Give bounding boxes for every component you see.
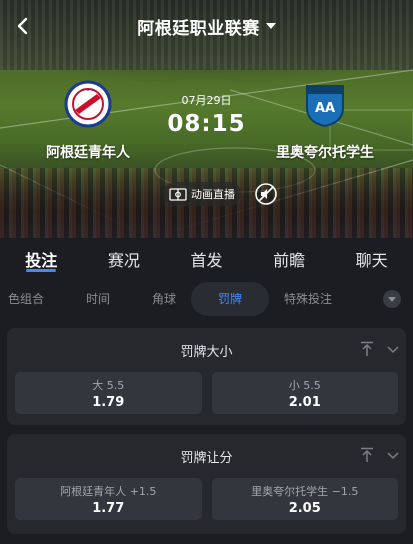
market-title: 罚牌大小	[180, 344, 233, 360]
subtab-combo[interactable]: 色组合	[8, 282, 44, 316]
mute-icon	[255, 183, 277, 205]
odds-value: 1.79	[92, 395, 125, 410]
subtab-time[interactable]: 时间	[86, 282, 110, 316]
odds-value: 2.05	[288, 501, 321, 516]
chevron-down-icon[interactable]	[387, 449, 399, 461]
odds-label: 阿根廷青年人 +1.5	[60, 485, 157, 498]
match-date: 07月29日	[181, 94, 232, 107]
back-arrow-icon	[17, 17, 28, 35]
market-title: 罚牌让分	[180, 450, 233, 466]
subtab-corners[interactable]: 角球	[152, 282, 176, 316]
odds-label: 大 5.5	[92, 379, 125, 392]
odds-row: 大 5.5 1.79 小 5.5 2.01	[7, 372, 406, 422]
league-title: 阿根廷职业联赛	[137, 18, 260, 39]
market-card-cards-over-under: 罚牌大小 大 5.5 1.79 小 5.5 2.01	[7, 328, 406, 425]
market-card-cards-handicap: 罚牌让分 阿根廷青年人 +1.5 1.77 里奥夸尔托学生 −1.5 2.05	[7, 434, 406, 534]
animation-live-button[interactable]: 动画直播	[163, 182, 241, 206]
subtab-special[interactable]: 特殊投注	[284, 282, 332, 316]
odds-label: 小 5.5	[288, 379, 321, 392]
market-header: 罚牌让分	[7, 434, 406, 478]
chevron-down-icon	[388, 296, 396, 302]
chevron-down-icon[interactable]	[387, 343, 399, 355]
pin-top-icon[interactable]	[360, 447, 374, 463]
tab-live-status[interactable]: 赛况	[83, 238, 166, 278]
odds-button-over[interactable]: 大 5.5 1.79	[15, 372, 202, 414]
live-label: 动画直播	[191, 188, 235, 201]
tab-bet[interactable]: 投注	[0, 238, 83, 278]
league-selector[interactable]: 阿根廷职业联赛	[137, 14, 276, 39]
odds-row: 阿根廷青年人 +1.5 1.77 里奥夸尔托学生 −1.5 2.05	[7, 478, 406, 528]
back-button[interactable]	[12, 14, 32, 38]
main-tabs: 投注 赛况 首发 前瞻 聊天	[0, 238, 413, 278]
odds-button-home-handicap[interactable]: 阿根廷青年人 +1.5 1.77	[15, 478, 202, 520]
pitch-icon	[169, 187, 187, 201]
market-header: 罚牌大小	[7, 328, 406, 372]
tab-chat[interactable]: 聊天	[330, 238, 413, 278]
tab-preview[interactable]: 前瞻	[248, 238, 331, 278]
market-category-tabs: 色组合 时间 角球 罚牌 特殊投注	[0, 282, 413, 316]
subtab-cards[interactable]: 罚牌	[191, 282, 269, 316]
home-team-name: 阿根廷青年人	[46, 145, 130, 161]
mute-button[interactable]	[254, 182, 278, 206]
odds-button-away-handicap[interactable]: 里奥夸尔托学生 −1.5 2.05	[211, 478, 398, 520]
top-nav: 阿根廷职业联赛	[0, 0, 413, 52]
more-categories-button[interactable]	[383, 290, 401, 308]
pin-top-icon[interactable]	[360, 341, 374, 357]
match-time: 08:15	[167, 111, 246, 137]
odds-value: 1.77	[92, 501, 125, 516]
odds-value: 2.01	[288, 395, 321, 410]
odds-button-under[interactable]: 小 5.5 2.01	[211, 372, 398, 414]
odds-label: 里奥夸尔托学生 −1.5	[251, 485, 359, 498]
tab-lineup[interactable]: 首发	[165, 238, 248, 278]
away-team-name: 里奥夸尔托学生	[276, 145, 374, 161]
caret-down-icon	[265, 23, 276, 29]
